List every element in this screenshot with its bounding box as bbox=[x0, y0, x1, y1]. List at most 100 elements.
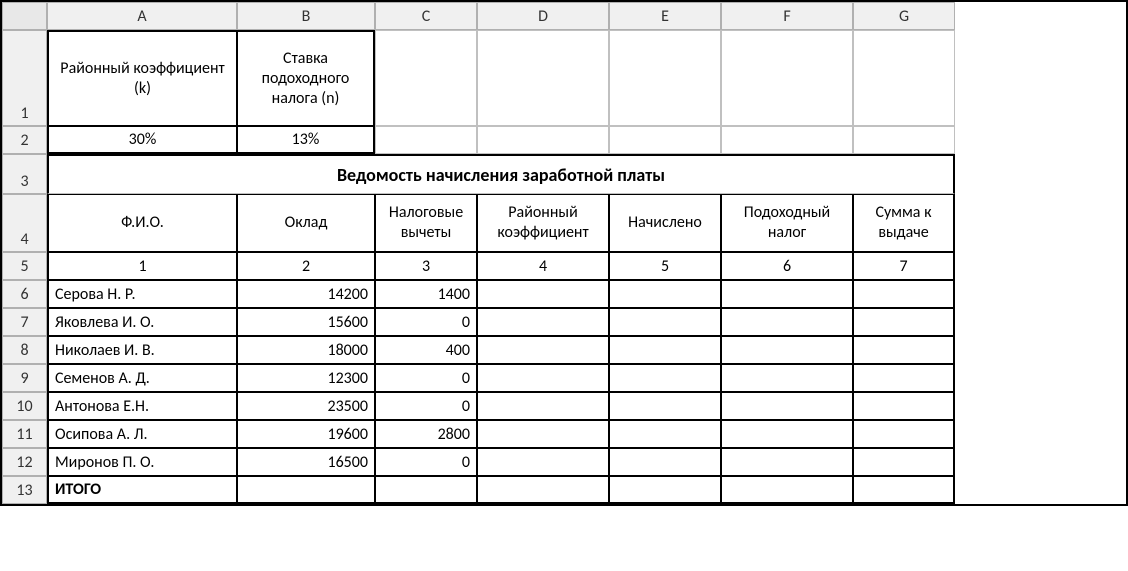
cell-D6[interactable] bbox=[477, 280, 609, 308]
cell-G8[interactable] bbox=[853, 336, 955, 364]
cell-D7[interactable] bbox=[477, 308, 609, 336]
colnum-1[interactable]: 1 bbox=[47, 252, 237, 280]
cell-D9[interactable] bbox=[477, 364, 609, 392]
cell-A11[interactable]: Осипова А. Л. bbox=[47, 420, 237, 448]
row-header-2[interactable]: 2 bbox=[2, 126, 47, 154]
header-summa[interactable]: Сумма к выдаче bbox=[853, 194, 955, 252]
cell-F2[interactable] bbox=[721, 126, 853, 154]
cell-E2[interactable] bbox=[609, 126, 721, 154]
cell-F11[interactable] bbox=[721, 420, 853, 448]
row-header-12[interactable]: 12 bbox=[2, 448, 47, 476]
cell-C7[interactable]: 0 bbox=[375, 308, 477, 336]
row-header-3[interactable]: 3 bbox=[2, 154, 47, 194]
cell-E12[interactable] bbox=[609, 448, 721, 476]
header-nalog[interactable]: Подоходный налог bbox=[721, 194, 853, 252]
cell-D1[interactable] bbox=[477, 30, 609, 126]
cell-F9[interactable] bbox=[721, 364, 853, 392]
cell-E11[interactable] bbox=[609, 420, 721, 448]
header-vychety[interactable]: Налоговые вычеты bbox=[375, 194, 477, 252]
col-header-A[interactable]: A bbox=[47, 2, 237, 30]
cell-G7[interactable] bbox=[853, 308, 955, 336]
cell-E13[interactable] bbox=[609, 476, 721, 504]
cell-A1[interactable]: Районный коэффициент (k) bbox=[47, 30, 237, 126]
cell-D8[interactable] bbox=[477, 336, 609, 364]
cell-C1[interactable] bbox=[375, 30, 477, 126]
total-label[interactable]: ИТОГО bbox=[47, 476, 237, 504]
colnum-7[interactable]: 7 bbox=[853, 252, 955, 280]
col-header-B[interactable]: B bbox=[237, 2, 375, 30]
cell-E1[interactable] bbox=[609, 30, 721, 126]
cell-C11[interactable]: 2800 bbox=[375, 420, 477, 448]
cell-C2[interactable] bbox=[375, 126, 477, 154]
cell-A6[interactable]: Серова Н. Р. bbox=[47, 280, 237, 308]
row-header-6[interactable]: 6 bbox=[2, 280, 47, 308]
cell-C8[interactable]: 400 bbox=[375, 336, 477, 364]
row-header-8[interactable]: 8 bbox=[2, 336, 47, 364]
cell-E8[interactable] bbox=[609, 336, 721, 364]
cell-A12[interactable]: Миронов П. О. bbox=[47, 448, 237, 476]
colnum-3[interactable]: 3 bbox=[375, 252, 477, 280]
colnum-4[interactable]: 4 bbox=[477, 252, 609, 280]
cell-B10[interactable]: 23500 bbox=[237, 392, 375, 420]
row-header-11[interactable]: 11 bbox=[2, 420, 47, 448]
cell-G13[interactable] bbox=[853, 476, 955, 504]
cell-F6[interactable] bbox=[721, 280, 853, 308]
cell-A7[interactable]: Яковлева И. О. bbox=[47, 308, 237, 336]
cell-B6[interactable]: 14200 bbox=[237, 280, 375, 308]
cell-G12[interactable] bbox=[853, 448, 955, 476]
row-header-1[interactable]: 1 bbox=[2, 30, 47, 126]
cell-B2[interactable]: 13% bbox=[237, 126, 375, 154]
cell-G2[interactable] bbox=[853, 126, 955, 154]
col-header-C[interactable]: C bbox=[375, 2, 477, 30]
cell-G1[interactable] bbox=[853, 30, 955, 126]
cell-E10[interactable] bbox=[609, 392, 721, 420]
cell-D2[interactable] bbox=[477, 126, 609, 154]
cell-G10[interactable] bbox=[853, 392, 955, 420]
cell-F10[interactable] bbox=[721, 392, 853, 420]
cell-A2[interactable]: 30% bbox=[47, 126, 237, 154]
title-row[interactable]: Ведомость начисления заработной платы bbox=[47, 154, 955, 194]
col-header-F[interactable]: F bbox=[721, 2, 853, 30]
row-header-9[interactable]: 9 bbox=[2, 364, 47, 392]
cell-C13[interactable] bbox=[375, 476, 477, 504]
cell-F12[interactable] bbox=[721, 448, 853, 476]
header-oklad[interactable]: Оклад bbox=[237, 194, 375, 252]
cell-D11[interactable] bbox=[477, 420, 609, 448]
cell-G6[interactable] bbox=[853, 280, 955, 308]
header-nach[interactable]: Начислено bbox=[609, 194, 721, 252]
cell-D12[interactable] bbox=[477, 448, 609, 476]
row-header-7[interactable]: 7 bbox=[2, 308, 47, 336]
cell-F7[interactable] bbox=[721, 308, 853, 336]
select-all-corner[interactable] bbox=[2, 2, 47, 30]
cell-G11[interactable] bbox=[853, 420, 955, 448]
cell-A8[interactable]: Николаев И. В. bbox=[47, 336, 237, 364]
colnum-6[interactable]: 6 bbox=[721, 252, 853, 280]
cell-C6[interactable]: 1400 bbox=[375, 280, 477, 308]
cell-F8[interactable] bbox=[721, 336, 853, 364]
row-header-13[interactable]: 13 bbox=[2, 476, 47, 504]
cell-D10[interactable] bbox=[477, 392, 609, 420]
header-rk[interactable]: Районный коэффициент bbox=[477, 194, 609, 252]
cell-E6[interactable] bbox=[609, 280, 721, 308]
cell-E9[interactable] bbox=[609, 364, 721, 392]
row-header-5[interactable]: 5 bbox=[2, 252, 47, 280]
colnum-2[interactable]: 2 bbox=[237, 252, 375, 280]
cell-B13[interactable] bbox=[237, 476, 375, 504]
cell-B11[interactable]: 19600 bbox=[237, 420, 375, 448]
cell-B7[interactable]: 15600 bbox=[237, 308, 375, 336]
cell-C10[interactable]: 0 bbox=[375, 392, 477, 420]
cell-F1[interactable] bbox=[721, 30, 853, 126]
colnum-5[interactable]: 5 bbox=[609, 252, 721, 280]
cell-B8[interactable]: 18000 bbox=[237, 336, 375, 364]
cell-A10[interactable]: Антонова Е.Н. bbox=[47, 392, 237, 420]
header-fio[interactable]: Ф.И.О. bbox=[47, 194, 237, 252]
cell-B9[interactable]: 12300 bbox=[237, 364, 375, 392]
cell-F13[interactable] bbox=[721, 476, 853, 504]
row-header-10[interactable]: 10 bbox=[2, 392, 47, 420]
cell-C9[interactable]: 0 bbox=[375, 364, 477, 392]
cell-C12[interactable]: 0 bbox=[375, 448, 477, 476]
cell-E7[interactable] bbox=[609, 308, 721, 336]
col-header-G[interactable]: G bbox=[853, 2, 955, 30]
row-header-4[interactable]: 4 bbox=[2, 194, 47, 252]
cell-G9[interactable] bbox=[853, 364, 955, 392]
